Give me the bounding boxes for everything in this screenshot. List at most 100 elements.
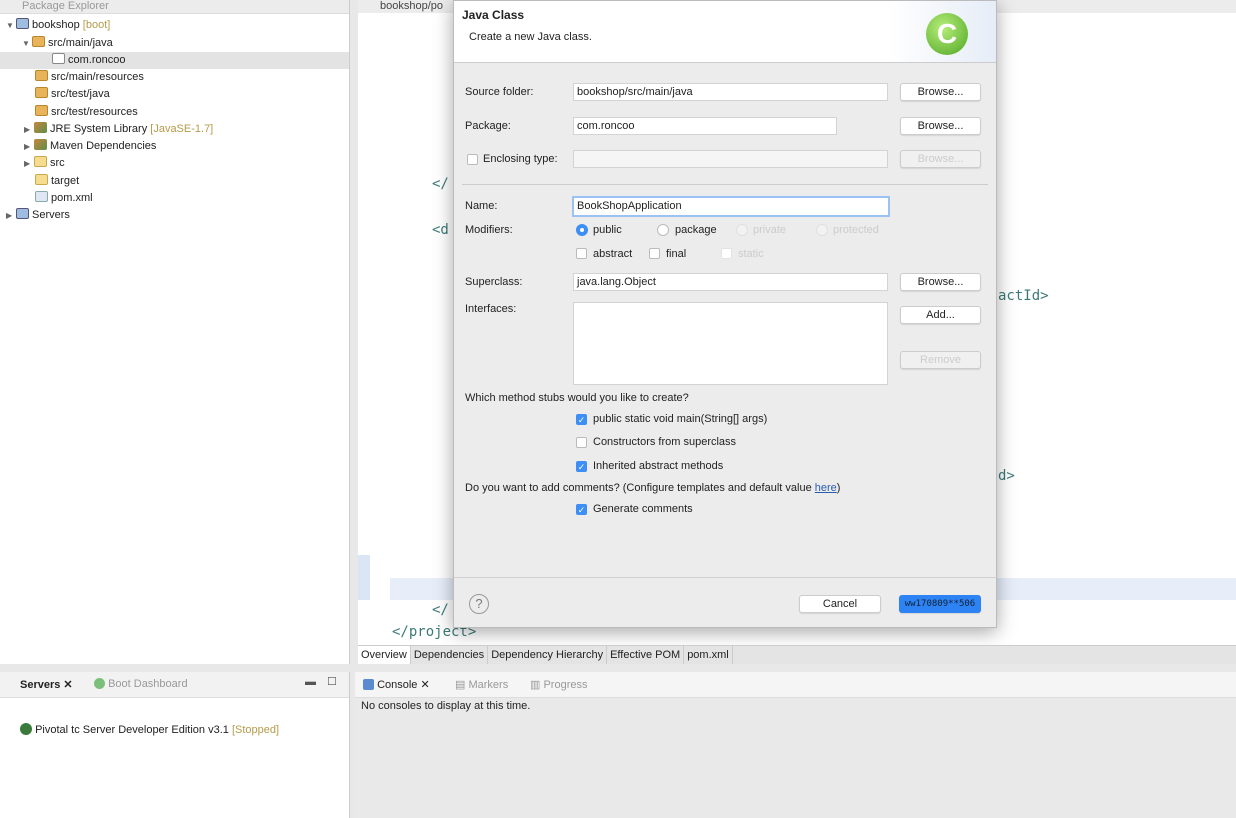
tab-package-explorer[interactable]: Package Explorer <box>0 0 349 14</box>
folder-icon <box>16 208 29 219</box>
tab-label: Console <box>377 679 418 691</box>
package-radio[interactable] <box>657 224 669 236</box>
tab-dependency-hierarchy[interactable]: Dependency Hierarchy <box>488 646 608 664</box>
interfaces-list[interactable] <box>573 302 888 385</box>
watermark-overlay: ww170809**506 <box>904 599 976 609</box>
tab-boot-dashboard[interactable]: Boot Dashboard <box>94 678 188 690</box>
tab-servers[interactable]: Servers ✕ <box>4 678 73 691</box>
tree-item-target[interactable]: target <box>35 173 79 190</box>
package-input[interactable]: com.roncoo <box>573 117 837 135</box>
final-checkbox[interactable] <box>649 248 660 259</box>
ruler-highlight <box>358 555 370 600</box>
method-stubs-question: Which method stubs would you like to cre… <box>465 392 689 404</box>
folder-icon <box>35 174 48 185</box>
tree-item-pom[interactable]: pom.xml <box>35 190 93 207</box>
constructors-stub-checkbox[interactable] <box>576 437 587 448</box>
add-interface-button[interactable]: Add... <box>900 306 981 324</box>
private-label: private <box>753 224 787 236</box>
tab-console[interactable]: Console ✕ <box>363 678 430 691</box>
tree-item-src[interactable]: ▶ src <box>24 155 65 172</box>
dialog-title: Java Class <box>462 8 525 22</box>
abstract-checkbox[interactable] <box>576 248 587 259</box>
xml-file-icon <box>35 191 48 202</box>
progress-icon: ▥ <box>530 679 541 691</box>
tab-label: Servers <box>20 679 61 691</box>
modifiers-label: Modifiers: <box>465 224 513 236</box>
browse-superclass-button[interactable]: Browse... <box>900 273 981 291</box>
public-radio[interactable] <box>576 224 588 236</box>
tree-item-com-roncoo[interactable]: com.roncoo <box>0 52 349 69</box>
configure-templates-link[interactable]: here <box>815 482 837 494</box>
minimize-icon[interactable]: ▬ <box>305 676 316 688</box>
tree-item-maven-deps[interactable]: ▶ Maven Dependencies <box>24 138 156 155</box>
tree-item-bookshop[interactable]: ▼ bookshop [boot] <box>6 17 110 34</box>
protected-radio[interactable] <box>816 224 828 236</box>
enclosing-type-input[interactable] <box>573 150 888 168</box>
markers-icon: ▤ <box>455 679 466 691</box>
console-view: Console ✕ ▤ Markers ▥ Progress No consol… <box>355 672 1236 818</box>
protected-label: protected <box>833 224 879 236</box>
tab-overview[interactable]: Overview <box>358 646 411 664</box>
help-icon[interactable]: ? <box>469 594 489 614</box>
tree-item-src-main-java[interactable]: ▼ src/main/java <box>22 35 113 52</box>
superclass-input[interactable]: java.lang.Object <box>573 273 888 291</box>
browse-source-button[interactable]: Browse... <box>900 83 981 101</box>
remove-interface-button[interactable]: Remove <box>900 351 981 369</box>
final-label: final <box>666 248 687 260</box>
enclosing-type-label: Enclosing type: <box>483 153 558 165</box>
server-item[interactable]: Pivotal tc Server Developer Edition v3.1… <box>20 723 279 736</box>
tree-item-jre[interactable]: ▶ JRE System Library [JavaSE-1.7] <box>24 121 213 138</box>
generate-comments-checkbox[interactable]: ✓ <box>576 504 587 515</box>
dialog-subtitle: Create a new Java class. <box>469 31 592 43</box>
label: bookshop <box>32 19 80 31</box>
inherited-stub-checkbox[interactable]: ✓ <box>576 461 587 472</box>
generate-comments-label: Generate comments <box>593 503 693 515</box>
maximize-icon[interactable]: ☐ <box>327 675 337 688</box>
expand-icon[interactable]: ▶ <box>24 155 34 172</box>
server-icon <box>20 723 32 735</box>
tab-effective-pom[interactable]: Effective POM <box>607 646 685 664</box>
source-folder-icon <box>35 105 48 116</box>
tab-dependencies[interactable]: Dependencies <box>411 646 489 664</box>
abstract-label: abstract <box>593 248 633 260</box>
tree-item-src-main-resources[interactable]: src/main/resources <box>35 69 144 86</box>
tree-item-servers[interactable]: ▶ Servers <box>6 207 70 224</box>
source-folder-icon <box>35 87 48 98</box>
source-folder-icon <box>32 36 45 47</box>
interfaces-label: Interfaces: <box>465 303 517 315</box>
code-line: d> <box>998 468 1015 484</box>
enclosing-type-checkbox[interactable] <box>467 154 478 165</box>
tab-markers[interactable]: ▤ Markers <box>455 678 508 691</box>
private-radio[interactable] <box>736 224 748 236</box>
tab-pom-xml[interactable]: pom.xml <box>684 646 733 664</box>
tab-progress[interactable]: ▥ Progress <box>530 678 588 691</box>
static-checkbox[interactable] <box>721 248 732 259</box>
name-input[interactable]: BookShopApplication <box>572 196 890 217</box>
finish-button[interactable]: ww170809**506 <box>899 595 981 613</box>
cancel-button[interactable]: Cancel <box>799 595 881 613</box>
code-line: <d <box>432 222 449 238</box>
source-folder-input[interactable]: bookshop/src/main/java <box>573 83 888 101</box>
expand-icon[interactable]: ▶ <box>24 121 34 138</box>
expand-icon[interactable]: ▶ <box>6 207 16 224</box>
tree-item-src-test-java[interactable]: src/test/java <box>35 86 110 103</box>
superclass-label: Superclass: <box>465 276 523 288</box>
console-tabbar: Console ✕ ▤ Markers ▥ Progress <box>355 672 1236 698</box>
main-stub-checkbox[interactable]: ✓ <box>576 414 587 425</box>
label: src/test/java <box>51 88 110 100</box>
label: Servers <box>32 209 70 221</box>
code-line: actId> <box>998 288 1049 304</box>
label: JRE System Library <box>50 123 148 135</box>
expand-icon[interactable]: ▼ <box>6 17 16 34</box>
pom-editor-tabs: Overview Dependencies Dependency Hierarchy… <box>358 645 1236 664</box>
comments-text-end: ) <box>836 482 841 494</box>
expand-icon[interactable]: ▼ <box>22 35 32 52</box>
folder-icon <box>34 156 47 167</box>
tree-item-src-test-resources[interactable]: src/test/resources <box>35 104 138 121</box>
library-icon <box>34 139 47 150</box>
label: src/main/resources <box>51 71 144 83</box>
browse-package-button[interactable]: Browse... <box>900 117 981 135</box>
public-label: public <box>593 224 622 236</box>
expand-icon[interactable]: ▶ <box>24 138 34 155</box>
browse-enclosing-button[interactable]: Browse... <box>900 150 981 168</box>
